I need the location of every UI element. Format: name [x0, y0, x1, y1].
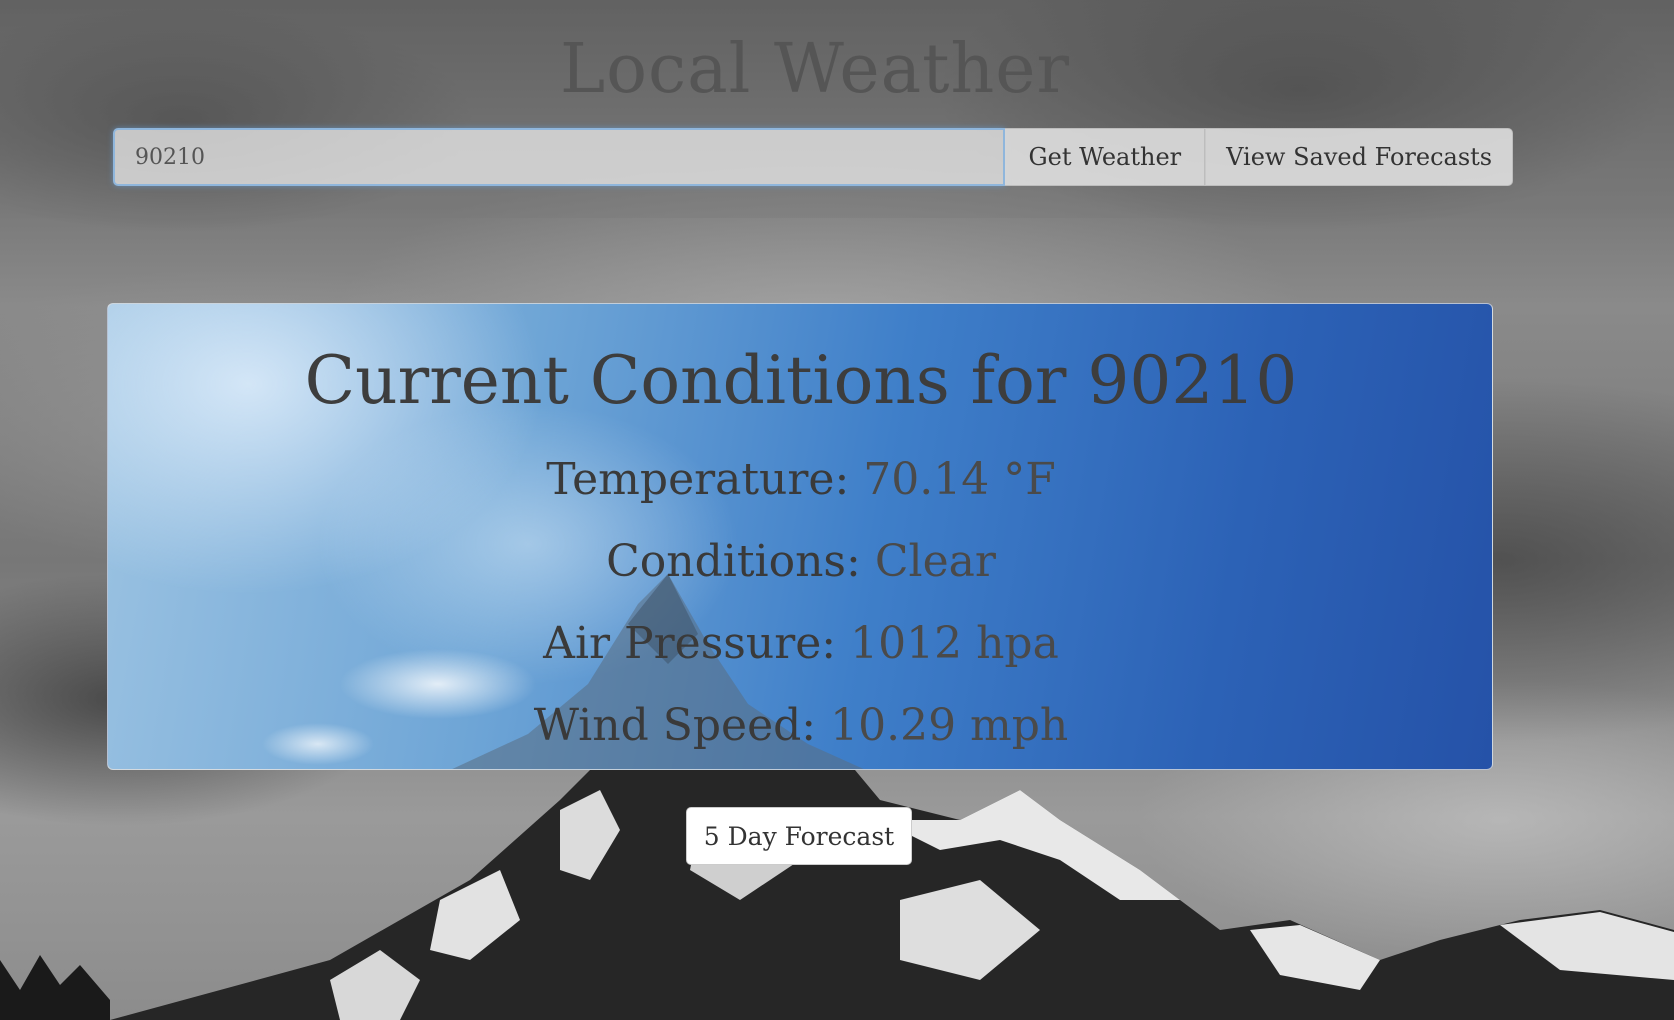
five-day-forecast-button[interactable]: 5 Day Forecast	[686, 807, 912, 865]
header-bar: Local Weather Get Weather View Saved For…	[0, 0, 1674, 218]
air-pressure-value: 1012 hpa	[850, 618, 1059, 669]
conditions-value: Clear	[874, 536, 996, 587]
temperature-row: Temperature: 70.14 °F	[108, 439, 1492, 521]
search-bar: Get Weather View Saved Forecasts	[113, 128, 1514, 186]
page-title: Local Weather	[559, 30, 1071, 109]
air-pressure-label: Air Pressure:	[543, 618, 837, 669]
conditions-label: Conditions:	[606, 536, 861, 587]
view-saved-forecasts-button[interactable]: View Saved Forecasts	[1205, 128, 1514, 186]
zip-code-input[interactable]	[113, 128, 1006, 186]
wind-speed-label: Wind Speed:	[533, 700, 817, 751]
get-weather-button[interactable]: Get Weather	[1005, 128, 1206, 186]
wind-speed-row: Wind Speed: 10.29 mph	[108, 685, 1492, 767]
temperature-label: Temperature:	[546, 454, 850, 505]
current-conditions-card: Current Conditions for 90210 Temperature…	[107, 303, 1493, 770]
temperature-value: 70.14 °F	[863, 454, 1056, 505]
air-pressure-row: Air Pressure: 1012 hpa	[108, 603, 1492, 685]
conditions-content: Current Conditions for 90210 Temperature…	[108, 304, 1492, 767]
wind-speed-value: 10.29 mph	[830, 700, 1069, 751]
conditions-title: Current Conditions for 90210	[304, 342, 1298, 419]
conditions-row: Conditions: Clear	[108, 521, 1492, 603]
